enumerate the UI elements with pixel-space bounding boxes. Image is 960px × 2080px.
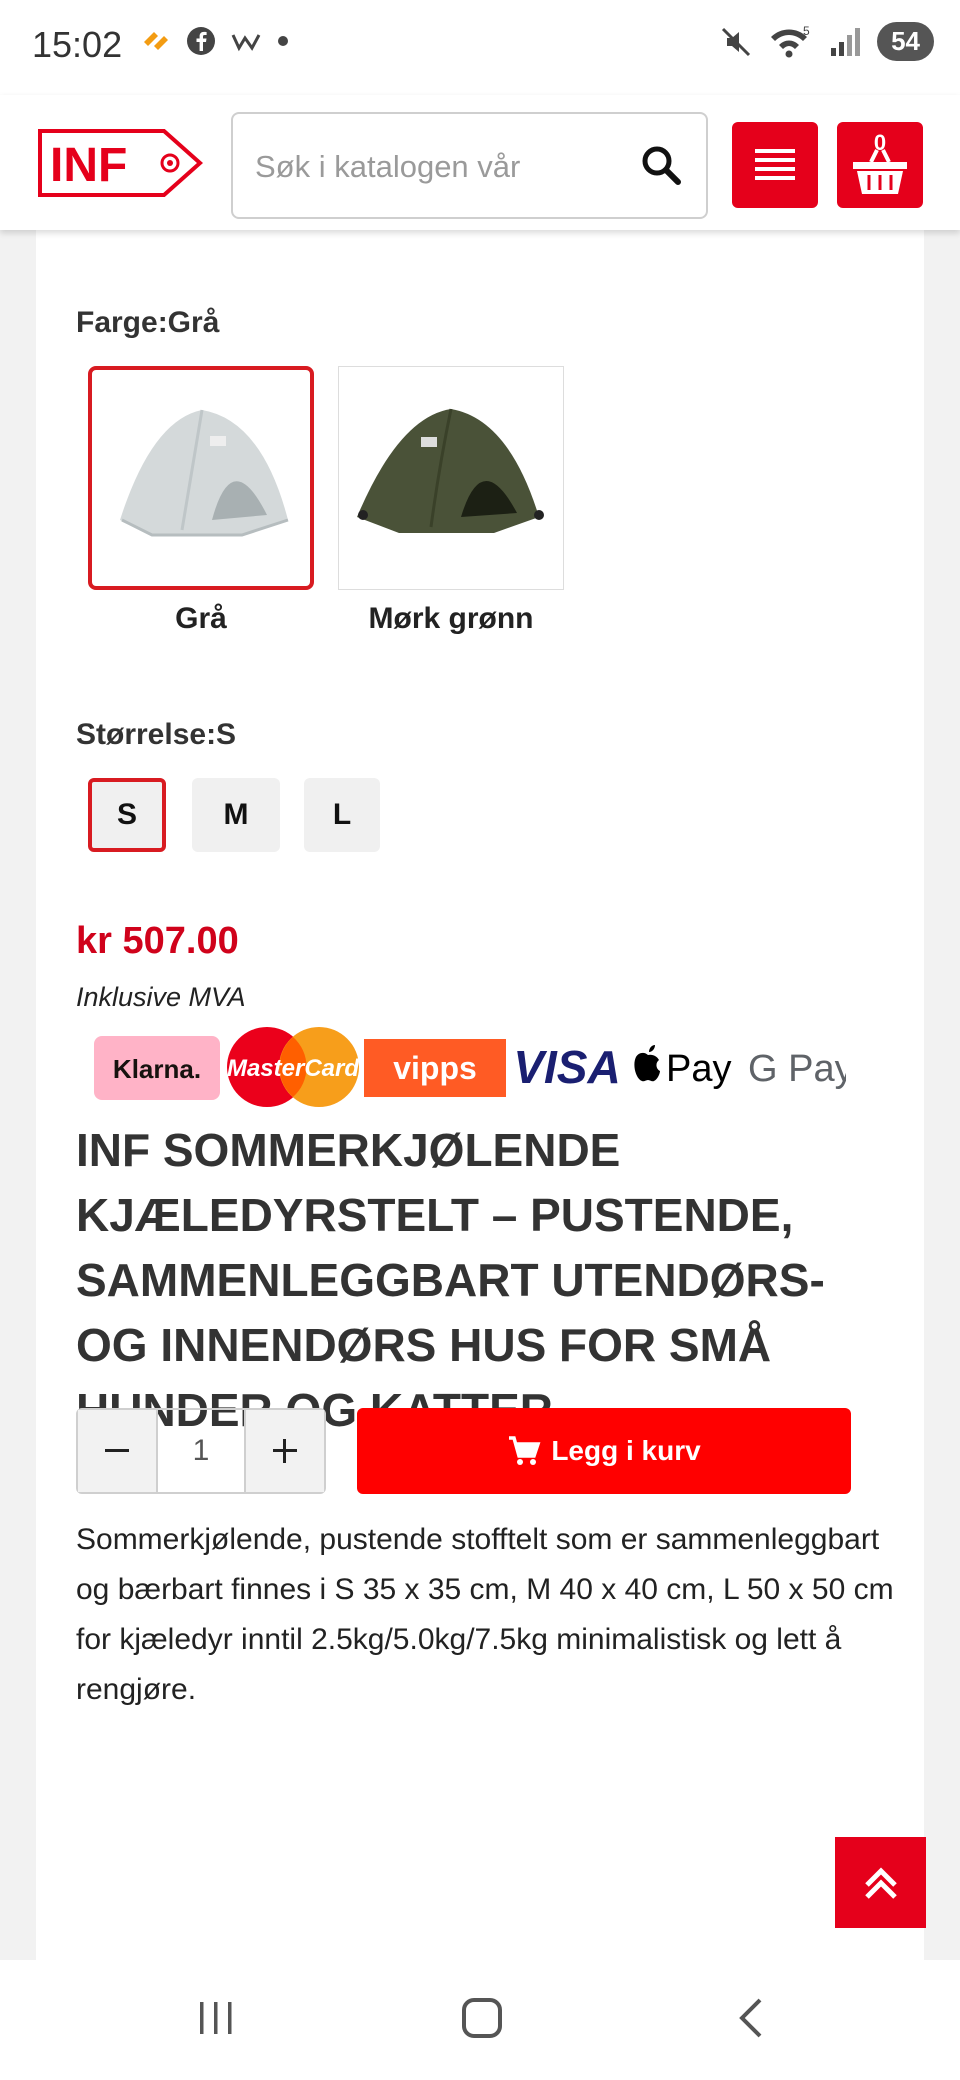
svg-text:Klarna.: Klarna. bbox=[113, 1054, 201, 1084]
product-description: Sommerkjølende, pustende stofftelt som e… bbox=[76, 1523, 894, 1706]
search-box bbox=[231, 112, 708, 219]
color-label: Farge:Grå bbox=[76, 306, 220, 339]
vat-note: Inklusive MVA bbox=[76, 982, 246, 1012]
svg-text:G Pay: G Pay bbox=[748, 1048, 846, 1090]
facebook-icon bbox=[187, 27, 215, 55]
wifi-icon: 5 bbox=[771, 25, 810, 57]
search-input[interactable] bbox=[255, 142, 625, 192]
search-button[interactable] bbox=[640, 144, 684, 193]
svg-text:5: 5 bbox=[803, 25, 810, 38]
increase-quantity-button[interactable] bbox=[246, 1410, 324, 1492]
color-swatch-dark-green[interactable] bbox=[338, 366, 564, 590]
inf-logo[interactable]: INF bbox=[36, 127, 204, 204]
add-to-cart-label: Legg i kurv bbox=[551, 1435, 701, 1466]
mute-icon bbox=[722, 27, 751, 56]
svg-text:INF: INF bbox=[50, 139, 127, 192]
add-to-cart-button[interactable]: Legg i kurv bbox=[357, 1408, 851, 1494]
back-icon bbox=[739, 1998, 762, 2038]
status-time: 15:02 bbox=[32, 24, 123, 65]
svg-text:MasterCard: MasterCard bbox=[227, 1055, 360, 1082]
size-option-s[interactable]: S bbox=[88, 778, 166, 852]
recent-apps-button[interactable] bbox=[194, 1996, 238, 2045]
product-title: INF SOMMERKJØLENDE KJÆLEDYRSTELT – PUSTE… bbox=[76, 1124, 825, 1436]
status-bar: 15:02 5 54 bbox=[0, 0, 960, 95]
back-button[interactable] bbox=[730, 1996, 774, 2045]
green-tent-image bbox=[357, 408, 544, 533]
color-name-gray: Grå bbox=[175, 602, 227, 635]
product-card: Farge:Grå Grå Mørk grønn Størrelse:S S M… bbox=[36, 230, 924, 1960]
payment-methods: Klarna. MasterCard vipps VISA Pay G Pay bbox=[92, 1025, 846, 1110]
size-option-l[interactable]: L bbox=[304, 778, 380, 852]
home-button[interactable] bbox=[460, 1996, 504, 2045]
product-price: kr 507.00 bbox=[76, 920, 239, 962]
apple-pay-logo: Pay bbox=[634, 1044, 731, 1090]
gray-tent-image bbox=[120, 409, 289, 537]
recent-apps-icon bbox=[200, 2002, 232, 2034]
double-chevron-up-icon bbox=[864, 1866, 897, 1899]
system-nav-bar bbox=[0, 1960, 960, 2080]
plus-icon bbox=[273, 1439, 297, 1463]
decrease-quantity-button[interactable] bbox=[78, 1410, 156, 1492]
color-swatch-gray[interactable] bbox=[88, 366, 314, 590]
dot-icon bbox=[278, 36, 288, 46]
vipps-logo: vipps bbox=[364, 1038, 506, 1097]
svg-text:Pay: Pay bbox=[666, 1048, 731, 1090]
basket-icon bbox=[853, 149, 907, 194]
scroll-to-top-button[interactable] bbox=[835, 1837, 926, 1928]
size-label: Størrelse:S bbox=[76, 718, 237, 751]
klarna-logo: Klarna. bbox=[94, 1035, 220, 1100]
quantity-stepper: 1 bbox=[76, 1408, 326, 1494]
minus-icon bbox=[105, 1449, 129, 1452]
battery-indicator: 54 bbox=[877, 22, 934, 61]
cart-button[interactable]: 0 bbox=[837, 122, 923, 208]
signal-icon bbox=[831, 27, 861, 56]
search-icon bbox=[642, 146, 681, 185]
hamburger-icon bbox=[755, 149, 795, 180]
stylus-icon bbox=[144, 32, 168, 50]
google-pay-logo: G Pay bbox=[748, 1048, 846, 1090]
menu-button[interactable] bbox=[732, 122, 818, 208]
svg-text:vipps: vipps bbox=[393, 1050, 477, 1086]
size-option-m[interactable]: M bbox=[192, 778, 280, 852]
site-header: INF 0 bbox=[0, 95, 960, 230]
mastercard-logo: MasterCard bbox=[227, 1027, 360, 1107]
quantity-input[interactable]: 1 bbox=[156, 1410, 246, 1492]
cart-icon bbox=[509, 1436, 541, 1465]
w-icon bbox=[231, 34, 261, 52]
svg-text:VISA: VISA bbox=[513, 1041, 620, 1093]
home-icon bbox=[462, 1998, 502, 2038]
color-name-dark-green: Mørk grønn bbox=[368, 602, 534, 635]
visa-logo: VISA bbox=[513, 1041, 620, 1093]
